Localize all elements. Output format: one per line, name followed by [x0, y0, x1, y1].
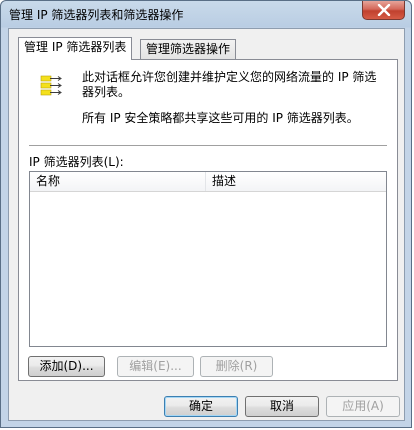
- delete-button[interactable]: 删除(R): [200, 356, 273, 377]
- apply-button[interactable]: 应用(A): [326, 396, 400, 417]
- separator: [29, 145, 387, 147]
- close-icon: [377, 4, 391, 16]
- ok-button[interactable]: 确定: [164, 396, 238, 417]
- filter-list-label: IP 筛选器列表(L):: [29, 155, 124, 169]
- dialog-window: 管理 IP 筛选器列表和筛选器操作 管理 IP 筛选器列表 管理筛选器操作 此对…: [0, 0, 412, 428]
- ip-filter-list[interactable]: 名称 描述: [29, 171, 387, 347]
- list-header: 名称 描述: [30, 172, 386, 192]
- tab-manage-ip-filter-lists[interactable]: 管理 IP 筛选器列表: [18, 37, 133, 60]
- description-text: 此对话框允许您创建并维护定义您的网络流量的 IP 筛选器列表。: [82, 70, 377, 99]
- shared-lists-note: 所有 IP 安全策略都共享这些可用的 IP 筛选器列表。: [82, 111, 359, 125]
- close-button[interactable]: [362, 1, 405, 20]
- edit-button[interactable]: 编辑(E)...: [117, 356, 194, 377]
- column-header-name[interactable]: 名称: [30, 172, 206, 191]
- tab-panel: 此对话框允许您创建并维护定义您的网络流量的 IP 筛选器列表。 所有 IP 安全…: [18, 59, 398, 381]
- tab-manage-filter-actions[interactable]: 管理筛选器操作: [140, 39, 237, 59]
- add-button[interactable]: 添加(D)...: [28, 356, 105, 377]
- cancel-button[interactable]: 取消: [245, 396, 319, 417]
- column-header-description[interactable]: 描述: [206, 172, 386, 191]
- filter-list-icon: [40, 75, 62, 96]
- title-bar[interactable]: 管理 IP 筛选器列表和筛选器操作: [1, 1, 411, 28]
- dialog-client-area: 管理 IP 筛选器列表 管理筛选器操作 此对话框允许您创建并维护定义您的网络流量…: [8, 28, 405, 421]
- window-title: 管理 IP 筛选器列表和筛选器操作: [9, 8, 184, 22]
